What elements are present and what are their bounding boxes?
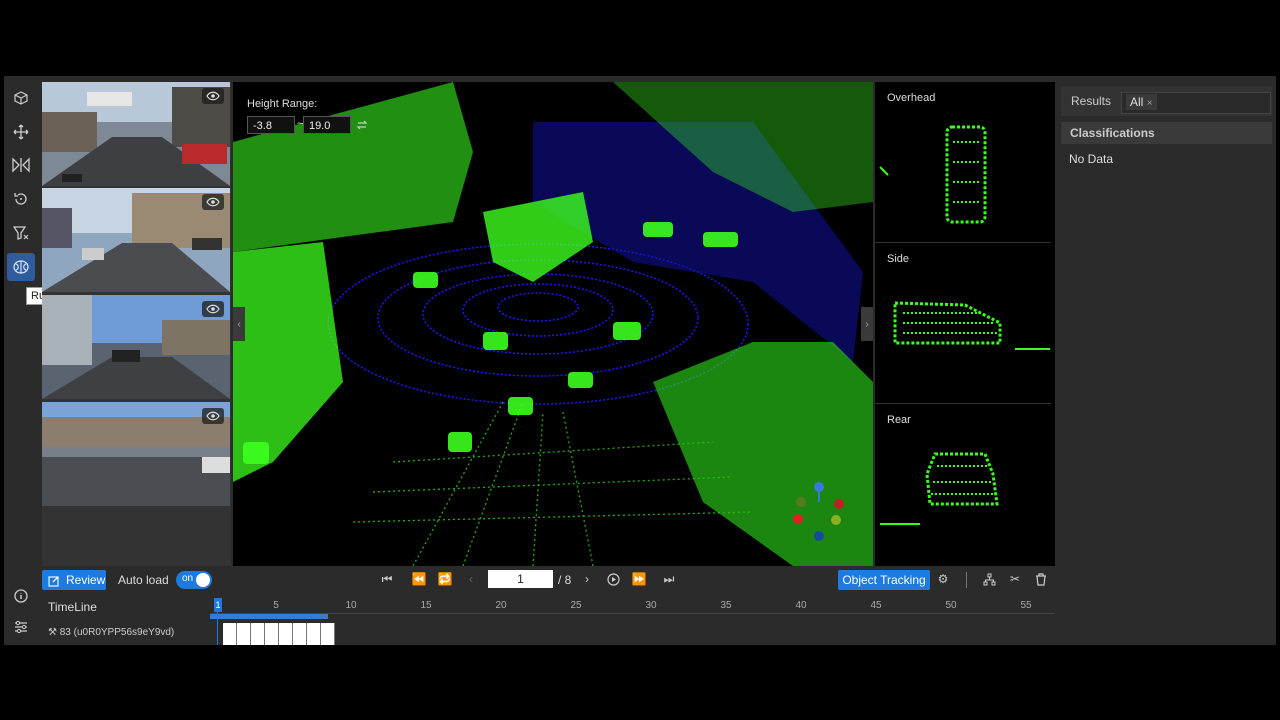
results-filter-select[interactable]: All × bbox=[1121, 92, 1271, 114]
tick-label: 20 bbox=[495, 600, 507, 611]
results-header: Results All × bbox=[1061, 86, 1272, 116]
rewind-icon[interactable]: ⏪ bbox=[412, 572, 427, 586]
frame-cell[interactable] bbox=[251, 623, 265, 645]
rotate-icon[interactable] bbox=[7, 185, 35, 213]
collapse-right-icon[interactable]: › bbox=[861, 307, 873, 341]
frame-total: / 8 bbox=[558, 573, 572, 587]
loop-icon[interactable]: 🔁 bbox=[438, 572, 453, 586]
auto-load-label: Auto load bbox=[118, 573, 169, 587]
next-frame-icon[interactable]: › bbox=[580, 572, 594, 586]
height-min-input[interactable]: -3.8 bbox=[247, 116, 295, 134]
point-cloud-viewer[interactable]: Height Range: -3.8 ~ 19.0 ‹ › bbox=[233, 82, 873, 566]
height-max-input[interactable]: 19.0 bbox=[303, 116, 351, 134]
loaded-range-bar bbox=[210, 614, 328, 619]
camera-image-2[interactable] bbox=[42, 188, 230, 292]
tick-label: 35 bbox=[720, 600, 732, 611]
left-toolbar bbox=[4, 82, 38, 645]
trash-icon[interactable] bbox=[1034, 572, 1048, 586]
filter-tag-label: All bbox=[1130, 95, 1144, 109]
frame-input[interactable]: 1 bbox=[488, 570, 553, 588]
camera-panel bbox=[42, 82, 231, 566]
frame-cell[interactable] bbox=[293, 623, 307, 645]
review-label: Review bbox=[66, 573, 106, 587]
results-label: Results bbox=[1071, 94, 1112, 108]
object-icon: ⚒ bbox=[48, 627, 57, 638]
object-track-label: 83 (u0R0YPP56s9eY9vd) bbox=[59, 627, 175, 638]
projection-views: Overhead Side Rear bbox=[875, 82, 1055, 566]
frame-cell[interactable] bbox=[279, 623, 293, 645]
eye-icon[interactable] bbox=[202, 194, 224, 210]
brain-icon[interactable] bbox=[7, 253, 35, 281]
hierarchy-icon[interactable] bbox=[982, 572, 996, 586]
results-panel: Results All × Classifications No Data bbox=[1057, 82, 1276, 645]
cube-icon[interactable] bbox=[7, 84, 35, 112]
scissors-icon[interactable]: ✂ bbox=[1008, 572, 1022, 586]
frame-cell[interactable] bbox=[223, 623, 237, 645]
filter-tag: All × bbox=[1126, 94, 1157, 110]
camera-image-3[interactable] bbox=[42, 295, 230, 399]
tick-label: 50 bbox=[945, 600, 957, 611]
move-icon[interactable] bbox=[7, 118, 35, 146]
toggle-knob bbox=[196, 573, 210, 587]
overhead-view[interactable]: Overhead bbox=[875, 82, 1051, 243]
timeline-cursor-line bbox=[217, 612, 218, 645]
filter-icon[interactable] bbox=[7, 219, 35, 247]
frame-cell[interactable] bbox=[237, 623, 251, 645]
object-frame-cells[interactable] bbox=[223, 623, 335, 645]
prev-frame-icon[interactable]: ‹ bbox=[464, 572, 478, 586]
frame-cell[interactable] bbox=[265, 623, 279, 645]
tick-label: 30 bbox=[645, 600, 657, 611]
empty-state: No Data bbox=[1069, 152, 1114, 166]
close-icon[interactable]: × bbox=[1147, 98, 1153, 109]
swap-icon[interactable] bbox=[356, 119, 368, 134]
tick-label: 55 bbox=[1020, 600, 1032, 611]
first-frame-icon[interactable]: ⏮ bbox=[380, 572, 394, 586]
play-icon[interactable] bbox=[606, 572, 620, 586]
timeline-label: TimeLine bbox=[48, 600, 97, 614]
review-button[interactable]: Review bbox=[42, 570, 106, 590]
toggle-label: on bbox=[182, 573, 194, 584]
tick-label: 40 bbox=[795, 600, 807, 611]
rear-view[interactable]: Rear bbox=[875, 404, 1051, 564]
tick-label: 15 bbox=[420, 600, 432, 611]
flip-icon[interactable] bbox=[7, 151, 35, 179]
timeline: TimeLine 5 10 15 20 25 30 35 40 45 50 55… bbox=[42, 596, 1055, 645]
side-view[interactable]: Side bbox=[875, 243, 1051, 404]
object-tracking-button[interactable]: Object Tracking bbox=[838, 570, 930, 590]
eye-icon[interactable] bbox=[202, 88, 224, 104]
point-cloud-canvas[interactable] bbox=[233, 82, 873, 566]
timeline-cursor[interactable]: 1 bbox=[214, 598, 222, 612]
gear-icon[interactable]: ⚙ bbox=[936, 572, 950, 586]
auto-load-toggle[interactable]: on bbox=[176, 571, 212, 589]
sliders-icon[interactable] bbox=[7, 613, 35, 641]
eye-icon[interactable] bbox=[202, 301, 224, 317]
info-icon[interactable] bbox=[7, 582, 35, 610]
last-frame-icon[interactable]: ⏭ bbox=[662, 572, 676, 586]
left-bottom-tools bbox=[4, 582, 38, 645]
height-range-label: Height Range: bbox=[247, 98, 318, 110]
tick-label: 10 bbox=[345, 600, 357, 611]
playback-bar: Review Auto load on ⏮ ⏪ 🔁 ‹ 1 / 8 › ⏩ ⏭ … bbox=[42, 568, 1055, 592]
frame-cell[interactable] bbox=[321, 623, 335, 645]
camera-image-4[interactable] bbox=[42, 402, 230, 506]
camera-image-1[interactable] bbox=[42, 82, 230, 186]
tick-label: 25 bbox=[570, 600, 582, 611]
object-track-row[interactable]: ⚒ 83 (u0R0YPP56s9eY9vd) bbox=[48, 627, 174, 638]
collapse-left-icon[interactable]: ‹ bbox=[233, 307, 245, 341]
frame-cell[interactable] bbox=[307, 623, 321, 645]
tick-label: 45 bbox=[870, 600, 882, 611]
classifications-header[interactable]: Classifications bbox=[1061, 122, 1272, 144]
timeline-ruler bbox=[210, 613, 1055, 614]
fast-forward-icon[interactable]: ⏩ bbox=[632, 572, 647, 586]
eye-icon[interactable] bbox=[202, 408, 224, 424]
divider bbox=[966, 572, 967, 588]
tick-label: 5 bbox=[273, 600, 279, 611]
edit-icon bbox=[48, 570, 60, 590]
